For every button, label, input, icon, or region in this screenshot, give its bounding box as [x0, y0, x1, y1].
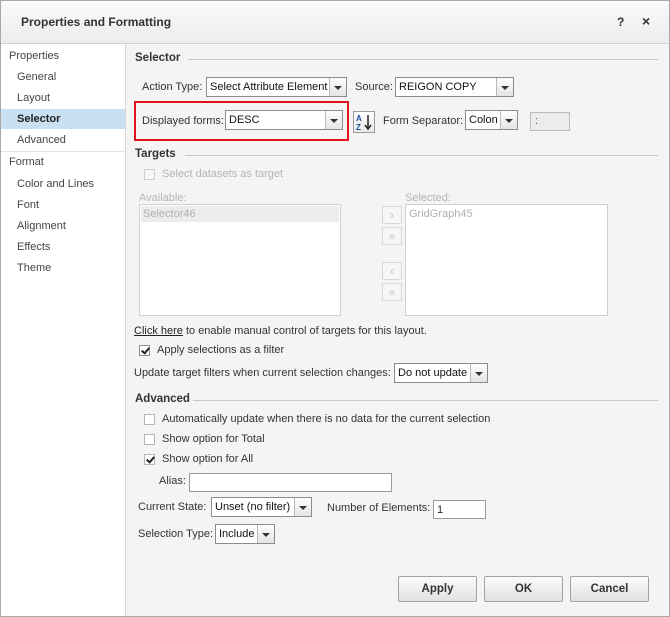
move-right-button[interactable]: › [382, 206, 402, 224]
apply-button[interactable]: Apply [398, 576, 477, 602]
sidebar-item-advanced[interactable]: Advanced [1, 130, 125, 150]
action-type-label: Action Type: [142, 81, 203, 93]
move-all-right-button[interactable]: » [382, 227, 402, 245]
show-total-checkbox[interactable] [144, 434, 155, 445]
auto-update-checkbox[interactable] [144, 414, 155, 425]
sort-az-icon: A Z [356, 114, 372, 132]
available-label: Available: [139, 192, 187, 204]
alias-input[interactable] [189, 473, 392, 492]
update-target-value: Do not update [398, 367, 468, 379]
displayed-forms-value: DESC [229, 114, 260, 126]
separator-char-value: : [535, 115, 539, 127]
displayed-forms-select[interactable]: DESC [225, 110, 343, 130]
dialog-title: Properties and Formatting [21, 15, 172, 29]
source-label: Source: [355, 81, 393, 93]
list-item[interactable]: GridGraph45 [407, 206, 606, 222]
chevron-down-icon [496, 78, 513, 96]
title-bar: Properties and Formatting ? × [1, 1, 669, 44]
chevron-down-icon [294, 498, 311, 516]
chevron-down-icon [257, 525, 274, 543]
selected-label: Selected: [405, 192, 451, 204]
num-elements-value: 1 [437, 504, 444, 516]
move-all-left-button[interactable]: « [382, 283, 402, 301]
close-button[interactable]: × [642, 13, 650, 29]
source-select[interactable]: REIGON COPY [395, 77, 514, 97]
num-elements-label: Number of Elements: [327, 502, 431, 514]
chevron-down-icon [500, 111, 517, 129]
show-all-label: Show option for All [162, 453, 254, 465]
alias-label: Alias: [159, 475, 186, 487]
displayed-forms-label: Displayed forms: [142, 115, 224, 127]
current-state-value: Unset (no filter) [215, 501, 291, 513]
show-total-label: Show option for Total [162, 433, 265, 445]
ok-button[interactable]: OK [484, 576, 563, 602]
content-panel: Selector Action Type: Select Attribute E… [126, 44, 669, 616]
form-separator-label: Form Separator: [383, 115, 464, 127]
sidebar-item-font[interactable]: Font [1, 195, 125, 215]
sidebar-item-effects[interactable]: Effects [1, 237, 125, 257]
section-rule-selector [188, 59, 658, 60]
manual-targets-text: Click here to enable manual control of t… [134, 325, 427, 337]
manual-targets-suffix: to enable manual control of targets for … [182, 325, 427, 337]
sidebar-item-theme[interactable]: Theme [1, 258, 125, 278]
sidebar-item-selector[interactable]: Selector [1, 109, 125, 129]
update-target-label: Update target filters when current selec… [134, 367, 391, 379]
sidebar-category-format: Format [9, 156, 44, 168]
form-separator-select[interactable]: Colon [465, 110, 518, 130]
click-here-link[interactable]: Click here [134, 325, 183, 337]
sort-az-button[interactable]: A Z [353, 111, 375, 133]
current-state-select[interactable]: Unset (no filter) [211, 497, 312, 517]
selection-type-value: Include [219, 528, 255, 540]
separator-char-field[interactable]: : [530, 112, 570, 131]
chevron-down-icon [325, 111, 342, 129]
form-separator-value: Colon [469, 114, 498, 126]
selection-type-label: Selection Type: [138, 528, 214, 540]
available-listbox[interactable]: Selector46 [139, 204, 341, 316]
properties-dialog: Properties and Formatting ? × Properties… [0, 0, 670, 617]
show-all-checkbox[interactable] [144, 454, 155, 465]
sidebar-item-layout[interactable]: Layout [1, 88, 125, 108]
select-datasets-label: Select datasets as target [162, 168, 284, 180]
update-target-select[interactable]: Do not update [394, 363, 488, 383]
svg-text:A: A [356, 114, 362, 123]
section-title-advanced: Advanced [135, 393, 190, 405]
source-value: REIGON COPY [399, 81, 477, 93]
sidebar-item-alignment[interactable]: Alignment [1, 216, 125, 236]
help-button[interactable]: ? [617, 15, 624, 29]
current-state-label: Current State: [138, 501, 207, 513]
section-title-selector: Selector [135, 52, 181, 64]
sidebar-item-color-and-lines[interactable]: Color and Lines [1, 174, 125, 194]
action-type-select[interactable]: Select Attribute Element [206, 77, 347, 97]
apply-filter-label: Apply selections as a filter [157, 344, 285, 356]
select-datasets-checkbox[interactable] [144, 169, 155, 180]
chevron-down-icon [329, 78, 346, 96]
cancel-button[interactable]: Cancel [570, 576, 649, 602]
sidebar-item-general[interactable]: General [1, 67, 125, 87]
action-type-value: Select Attribute Element [210, 81, 328, 93]
selected-listbox[interactable]: GridGraph45 [405, 204, 608, 316]
chevron-down-icon [470, 364, 487, 382]
section-rule-targets [185, 155, 658, 156]
section-title-targets: Targets [135, 148, 176, 160]
svg-text:Z: Z [356, 123, 361, 132]
num-elements-input[interactable]: 1 [433, 500, 486, 519]
selection-type-select[interactable]: Include [215, 524, 275, 544]
apply-filter-checkbox[interactable] [139, 345, 150, 356]
auto-update-label: Automatically update when there is no da… [162, 413, 491, 425]
section-rule-advanced [193, 400, 658, 401]
sidebar: Properties General Layout Selector Advan… [1, 44, 126, 616]
move-left-button[interactable]: ‹ [382, 262, 402, 280]
list-item[interactable]: Selector46 [141, 206, 339, 222]
sidebar-category-properties: Properties [9, 50, 60, 62]
